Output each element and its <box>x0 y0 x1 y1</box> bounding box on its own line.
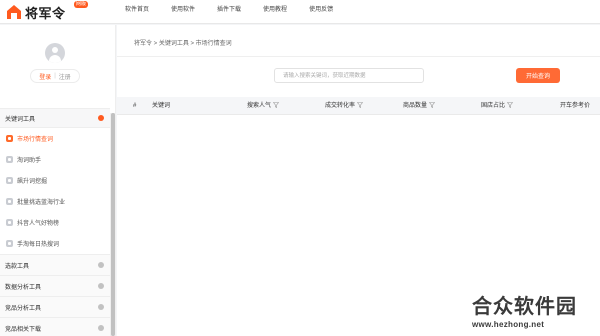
sidebar-group-competitor-analysis[interactable]: 竞品分析工具 <box>0 296 110 317</box>
nav-feedback[interactable]: 使用反馈 <box>298 0 344 24</box>
sidebar-item-label: 市场行情查词 <box>17 137 54 143</box>
main-nav: 软件首页 使用软件 插件下载 使用教程 使用反馈 <box>114 0 344 24</box>
column-store-share[interactable]: 国店占比 <box>481 97 514 115</box>
filter-icon[interactable] <box>507 102 514 108</box>
sidebar-group-competitor-download[interactable]: 竞品相关下载 <box>0 317 110 336</box>
sidebar-group-label: 选款工具 <box>5 263 30 270</box>
nav-tutorial[interactable]: 使用教程 <box>252 0 298 24</box>
nav-plugin-download[interactable]: 插件下载 <box>206 0 252 24</box>
login-link[interactable]: 登录 <box>39 72 51 81</box>
sidebar-item-label: 抖音人气好物榜 <box>17 221 60 227</box>
sidebar-item-label: 手淘每日热搜词 <box>17 242 60 248</box>
nav-use-software[interactable]: 使用软件 <box>160 0 206 24</box>
column-conversion-rate[interactable]: 成交转化率 <box>325 97 364 115</box>
auth-pill: 登录 | 注册 <box>30 69 80 83</box>
filter-icon[interactable] <box>429 102 436 108</box>
sidebar-item-rising-words[interactable]: 飙升词挖掘 <box>0 170 110 191</box>
column-keyword: 关键词 <box>152 103 171 109</box>
avatar-body-shape <box>49 55 61 63</box>
watermark: 合众软件园 www.hezhong.net <box>472 290 598 329</box>
sidebar-item-label: 飙升词挖掘 <box>17 179 48 185</box>
collapse-icon[interactable] <box>98 115 104 121</box>
sidebar-item-daily-hot-search[interactable]: 手淘每日热搜词 <box>0 233 110 254</box>
sidebar-menu: 关键词工具 市场行情查词 淘词助手 飙升词挖掘 批量挑选蓝海行业 抖音人气好物榜… <box>0 108 110 336</box>
expand-icon[interactable] <box>98 283 104 289</box>
column-label: 搜索人气 <box>247 103 272 109</box>
column-product-count[interactable]: 商品数量 <box>403 97 436 115</box>
search-icon <box>6 240 13 247</box>
watermark-url: www.hezhong.net <box>472 320 545 329</box>
breadcrumb: 将军令 > 关键词工具 > 市场行情查词 <box>134 41 232 47</box>
column-ad-reference-price: 开车参考价 <box>560 103 591 109</box>
sidebar-group-keyword-tools[interactable]: 关键词工具 <box>0 108 110 128</box>
sidebar-item-douyin-ranking[interactable]: 抖音人气好物榜 <box>0 212 110 233</box>
sidebar-item-label: 批量挑选蓝海行业 <box>17 200 66 206</box>
nav-home[interactable]: 软件首页 <box>114 0 160 24</box>
expand-icon[interactable] <box>98 325 104 331</box>
brand-name: 将军令 <box>25 5 66 21</box>
brand-logo[interactable]: 将军令 网版 <box>6 1 89 22</box>
expand-icon[interactable] <box>98 262 104 268</box>
brand-badge: 网版 <box>74 1 89 8</box>
house-logo-icon <box>6 4 22 20</box>
chart-icon <box>6 135 13 142</box>
register-link[interactable]: 注册 <box>59 72 71 81</box>
filter-icon[interactable] <box>273 102 280 108</box>
sidebar-item-market-query[interactable]: 市场行情查词 <box>0 128 110 149</box>
sidebar-scrollbar-thumb[interactable] <box>111 113 115 336</box>
sidebar-group-label: 数据分析工具 <box>5 284 42 291</box>
search-input[interactable] <box>274 68 424 83</box>
auth-separator: | <box>54 73 56 79</box>
column-label: 商品数量 <box>403 103 428 109</box>
sidebar-item-label: 淘词助手 <box>17 158 42 164</box>
watermark-title: 合众软件园 <box>472 296 577 318</box>
column-search-popularity[interactable]: 搜索人气 <box>247 97 280 115</box>
sidebar-group-label: 竞品分析工具 <box>5 305 42 312</box>
sidebar: 登录 | 注册 关键词工具 市场行情查词 淘词助手 飙升词挖掘 批量挑选蓝海行业… <box>0 25 116 336</box>
sidebar-group-product-selection[interactable]: 选款工具 <box>0 254 110 275</box>
sidebar-group-label: 竞品相关下载 <box>5 326 42 333</box>
top-navbar: 将军令 网版 软件首页 使用软件 插件下载 使用教程 使用反馈 <box>0 0 600 24</box>
column-label: 成交转化率 <box>325 103 356 109</box>
column-label: 国店占比 <box>481 103 506 109</box>
tool-icon <box>6 156 13 163</box>
avatar-head-shape <box>52 47 58 53</box>
table-header: # 关键词 搜索人气 成交转化率 商品数量 国店占比 开车参考价 <box>117 97 600 115</box>
list-icon <box>6 198 13 205</box>
column-index: # <box>133 103 137 109</box>
sidebar-group-data-analysis[interactable]: 数据分析工具 <box>0 275 110 296</box>
sidebar-item-word-helper[interactable]: 淘词助手 <box>0 149 110 170</box>
sidebar-group-label: 关键词工具 <box>5 116 36 123</box>
filter-icon[interactable] <box>357 102 364 108</box>
avatar[interactable] <box>45 43 65 63</box>
expand-icon[interactable] <box>98 304 104 310</box>
search-button[interactable]: 开始查询 <box>516 68 560 83</box>
trend-icon <box>6 177 13 184</box>
sidebar-item-blue-ocean[interactable]: 批量挑选蓝海行业 <box>0 191 110 212</box>
divider <box>117 56 600 57</box>
rank-icon <box>6 219 13 226</box>
